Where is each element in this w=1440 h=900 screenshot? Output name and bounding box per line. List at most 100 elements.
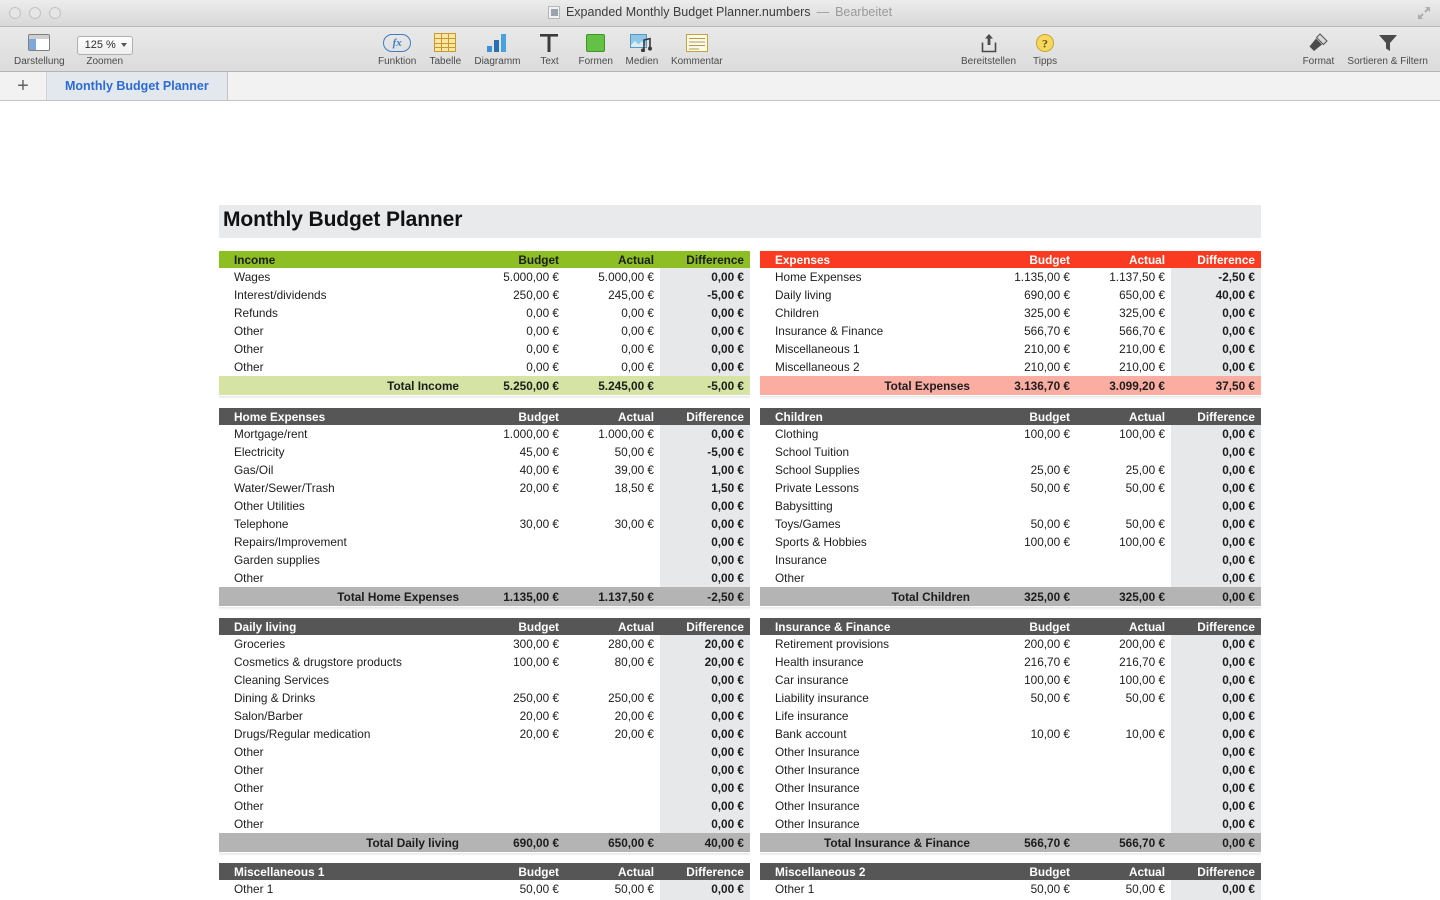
cell-actual[interactable]: 5.000,00 € [565,268,660,286]
cell-category[interactable]: Insurance [760,551,981,569]
cell-category[interactable]: Liability insurance [760,689,981,707]
cell-actual[interactable]: 1.000,00 € [565,425,660,443]
table-row[interactable]: Clothing100,00 €100,00 €0,00 € [760,425,1261,443]
table-row[interactable]: Miscellaneous 1210,00 €210,00 €0,00 € [760,340,1261,358]
cell-actual[interactable]: 0,00 € [565,304,660,322]
cell-budget[interactable]: 1.135,00 € [981,268,1076,286]
cell-category[interactable]: Garden supplies [219,551,470,569]
cell-actual[interactable]: 18,50 € [565,479,660,497]
toolbar-button-tipps[interactable]: ? Tipps [1022,27,1068,67]
table-row[interactable]: Children325,00 €325,00 €0,00 € [760,304,1261,322]
cell-category[interactable]: Toys/Games [760,515,981,533]
table-row[interactable]: School Tuition0,00 € [760,443,1261,461]
cell-actual[interactable] [565,743,660,761]
cell-actual[interactable]: 280,00 € [565,635,660,653]
cell-budget[interactable]: 5.000,00 € [470,268,565,286]
toolbar-button-zoomen[interactable]: 125 % Zoomen [71,27,139,67]
cell-budget[interactable] [981,797,1076,815]
cell-actual[interactable]: 0,00 € [565,358,660,376]
cell-category[interactable]: Other [219,815,470,833]
cell-category[interactable]: Other Insurance [760,797,981,815]
cell-actual[interactable] [565,761,660,779]
cell-budget[interactable]: 250,00 € [470,689,565,707]
cell-actual[interactable] [1076,443,1171,461]
cell-budget[interactable]: 50,00 € [981,689,1076,707]
cell-budget[interactable] [470,569,565,587]
table-row[interactable]: Water/Sewer/Trash20,00 €18,50 €1,50 € [219,479,750,497]
cell-actual[interactable]: 216,70 € [1076,653,1171,671]
table-miscellaneous-2[interactable]: Miscellaneous 2BudgetActualDifferenceOth… [760,863,1261,900]
cell-actual[interactable] [1076,497,1171,515]
table-row[interactable]: Gas/Oil40,00 €39,00 €1,00 € [219,461,750,479]
cell-budget[interactable] [981,743,1076,761]
table-miscellaneous-1[interactable]: Miscellaneous 1BudgetActualDifferenceOth… [219,863,750,900]
cell-category[interactable]: Cosmetics & drugstore products [219,653,470,671]
cell-actual[interactable]: 50,00 € [1076,689,1171,707]
cell-category[interactable]: Babysitting [760,497,981,515]
cell-actual[interactable] [565,797,660,815]
cell-budget[interactable] [470,815,565,833]
cell-actual[interactable]: 25,00 € [1076,461,1171,479]
cell-budget[interactable]: 20,00 € [470,479,565,497]
cell-category[interactable]: Interest/dividends [219,286,470,304]
table-row[interactable]: Other0,00 € [219,815,750,833]
cell-category[interactable]: School Supplies [760,461,981,479]
cell-actual[interactable]: 0,00 € [565,340,660,358]
cell-budget[interactable]: 250,00 € [470,286,565,304]
toolbar-button-funktion[interactable]: fx Funktion [372,27,422,67]
cell-budget[interactable] [470,761,565,779]
cell-category[interactable]: Telephone [219,515,470,533]
cell-actual[interactable]: 325,00 € [1076,304,1171,322]
cell-actual[interactable] [1076,797,1171,815]
cell-budget[interactable] [470,797,565,815]
table-row[interactable]: Car insurance100,00 €100,00 €0,00 € [760,671,1261,689]
table-row[interactable]: Retirement provisions200,00 €200,00 €0,0… [760,635,1261,653]
cell-budget[interactable] [470,671,565,689]
cell-budget[interactable]: 690,00 € [981,286,1076,304]
toolbar-button-formen[interactable]: Formen [572,27,618,67]
cell-budget[interactable]: 25,00 € [981,461,1076,479]
cell-actual[interactable]: 100,00 € [1076,533,1171,551]
cell-actual[interactable]: 210,00 € [1076,358,1171,376]
toolbar-button-medien[interactable]: Medien [619,27,665,67]
cell-category[interactable]: Drugs/Regular medication [219,725,470,743]
cell-budget[interactable]: 50,00 € [470,880,565,898]
cell-category[interactable]: Wages [219,268,470,286]
table-row[interactable]: Miscellaneous 2210,00 €210,00 €0,00 € [760,358,1261,376]
cell-budget[interactable]: 50,00 € [981,880,1076,898]
toolbar-button-text[interactable]: Text [526,27,572,67]
cell-category[interactable]: Insurance & Finance [760,322,981,340]
cell-category[interactable]: Other [760,569,981,587]
cell-category[interactable]: Sports & Hobbies [760,533,981,551]
cell-category[interactable]: Health insurance [760,653,981,671]
add-sheet-button[interactable]: + [0,72,47,100]
table-row[interactable]: Other0,00 € [219,779,750,797]
cell-budget[interactable]: 20,00 € [470,707,565,725]
cell-category[interactable]: Gas/Oil [219,461,470,479]
cell-budget[interactable]: 100,00 € [981,671,1076,689]
cell-budget[interactable]: 40,00 € [470,461,565,479]
cell-budget[interactable] [981,707,1076,725]
cell-budget[interactable]: 50,00 € [981,479,1076,497]
cell-category[interactable]: Other Insurance [760,743,981,761]
cell-budget[interactable]: 0,00 € [470,322,565,340]
table-row[interactable]: Dining & Drinks250,00 €250,00 €0,00 € [219,689,750,707]
cell-category[interactable]: Other [219,322,470,340]
toolbar-button-kommentar[interactable]: Kommentar [665,27,729,67]
cell-category[interactable]: Mortgage/rent [219,425,470,443]
cell-category[interactable]: Dining & Drinks [219,689,470,707]
cell-category[interactable]: Car insurance [760,671,981,689]
cell-category[interactable]: Other 1 [219,880,470,898]
cell-budget[interactable] [981,779,1076,797]
cell-category[interactable]: Other [219,761,470,779]
cell-actual[interactable] [565,533,660,551]
cell-category[interactable]: Salon/Barber [219,707,470,725]
toolbar-button-diagramm[interactable]: Diagramm [468,27,526,67]
table-row[interactable]: Other 150,00 €50,00 €0,00 € [219,880,750,898]
table-row[interactable]: Other Utilities0,00 € [219,497,750,515]
cell-category[interactable]: Refunds [219,304,470,322]
cell-actual[interactable] [1076,569,1171,587]
cell-actual[interactable]: 1.137,50 € [1076,268,1171,286]
cell-budget[interactable]: 20,00 € [470,725,565,743]
table-row[interactable]: Other 150,00 €50,00 €0,00 € [760,880,1261,898]
